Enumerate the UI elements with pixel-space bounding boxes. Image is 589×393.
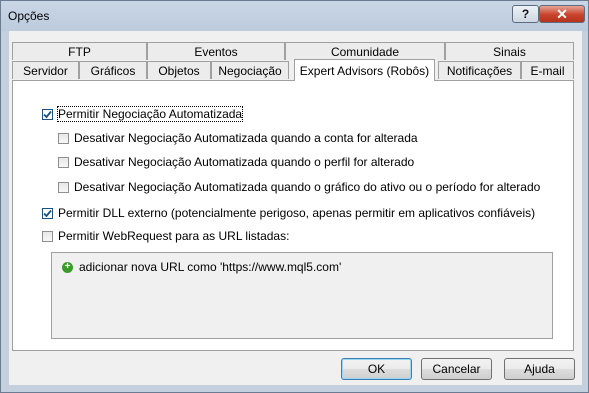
tab-servidor[interactable]: Servidor — [12, 61, 79, 79]
tab-comunidade[interactable]: Comunidade — [285, 42, 445, 60]
disable-on-account-change-checkbox[interactable] — [58, 132, 69, 144]
checkmark-icon — [43, 209, 52, 217]
url-list-box[interactable]: + adicionar nova URL como 'https://www.m… — [51, 252, 553, 339]
tab-ftp[interactable]: FTP — [12, 42, 147, 60]
checkmark-icon — [43, 110, 52, 118]
disable-on-profile-change-checkbox[interactable] — [58, 156, 69, 168]
tab-graficos[interactable]: Gráficos — [79, 61, 147, 79]
tab-sinais[interactable]: Sinais — [445, 42, 574, 60]
allow-auto-trading-option[interactable]: Permitir Negociação Automatizada — [42, 106, 244, 122]
allow-auto-trading-checkbox[interactable] — [42, 108, 53, 120]
tab-eventos[interactable]: Eventos — [147, 42, 285, 60]
close-button[interactable]: ✕ — [539, 5, 585, 23]
allow-webrequest-label: Permitir WebRequest para as URL listadas… — [58, 229, 290, 243]
window-title: Opções — [8, 9, 50, 23]
add-url-item[interactable]: + adicionar nova URL como 'https://www.m… — [62, 260, 341, 274]
tab-expert-advisors[interactable]: Expert Advisors (Robôs) — [294, 59, 435, 81]
plus-circle-icon: + — [62, 261, 73, 273]
tab-notificacoes[interactable]: Notificações — [438, 61, 521, 79]
options-dialog: Opções ? ✕ FTP Eventos Comunidade Sinais… — [0, 0, 589, 393]
allow-webrequest-option[interactable]: Permitir WebRequest para as URL listadas… — [42, 229, 289, 243]
disable-on-profile-change-label: Desativar Negociação Automatizada quando… — [74, 155, 415, 169]
disable-on-chart-change-option[interactable]: Desativar Negociação Automatizada quando… — [58, 180, 540, 194]
allow-dll-checkbox[interactable] — [42, 207, 53, 219]
allow-dll-label: Permitir DLL externo (potencialmente per… — [58, 206, 536, 220]
add-url-label: adicionar nova URL como 'https://www.mql… — [79, 260, 342, 274]
allow-auto-trading-label: Permitir Negociação Automatizada — [56, 106, 244, 122]
tab-objetos[interactable]: Objetos — [147, 61, 211, 79]
tab-negociacao[interactable]: Negociação — [211, 61, 289, 79]
title-bar[interactable]: Opções ? ✕ — [1, 1, 588, 31]
disable-on-chart-change-label: Desativar Negociação Automatizada quando… — [74, 180, 541, 194]
tab-email[interactable]: E-mail — [521, 61, 574, 79]
disable-on-profile-change-option[interactable]: Desativar Negociação Automatizada quando… — [58, 155, 414, 169]
allow-webrequest-checkbox[interactable] — [42, 230, 53, 242]
help-button[interactable]: Ajuda — [504, 358, 575, 380]
ok-button[interactable]: OK — [341, 358, 412, 380]
disable-on-account-change-option[interactable]: Desativar Negociação Automatizada quando… — [58, 131, 418, 145]
help-title-button[interactable]: ? — [512, 5, 539, 23]
dialog-client-area: FTP Eventos Comunidade Sinais Servidor G… — [9, 31, 582, 385]
disable-on-chart-change-checkbox[interactable] — [58, 181, 69, 193]
question-mark-icon: ? — [521, 7, 530, 21]
close-icon: ✕ — [556, 5, 568, 22]
cancel-button[interactable]: Cancelar — [421, 358, 492, 380]
disable-on-account-change-label: Desativar Negociação Automatizada quando… — [74, 131, 418, 145]
allow-dll-option[interactable]: Permitir DLL externo (potencialmente per… — [42, 206, 535, 220]
